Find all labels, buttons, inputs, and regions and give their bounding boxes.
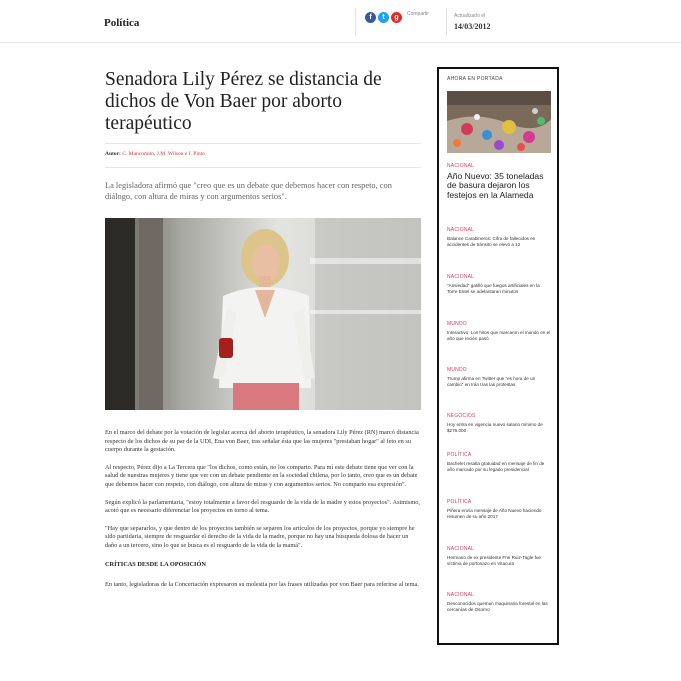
story-category: NACIONAL [447,274,475,280]
story-category: MUNDO [447,367,467,373]
article-subheading: CRÍTICAS DESDE LA OPOSICIÓN [105,560,206,568]
story-category: MUNDO [447,321,467,327]
share-label: Compartir [407,11,429,17]
updated-date: 14/03/2012 [454,22,491,31]
story-headline[interactable]: Año Nuevo: 35 toneladas de basura dejaro… [447,171,551,200]
google-plus-icon[interactable]: g [391,12,402,23]
article-paragraph: "Hay que separarlos, y que dentro de los… [105,524,415,549]
sidebar-story[interactable]: NEGOCIOS Hoy entra en vigencia nuevo sal… [447,413,551,434]
sidebar-story[interactable]: NACIONAL Hermano de ex presidente Frei R… [447,546,551,567]
story-category: NACIONAL [447,227,475,233]
author-names[interactable]: C. Mancomito, J.M. Wilson e I. Pinto [122,151,205,157]
article-authors: Autor: C. Mancomito, J.M. Wilson e I. Pi… [105,151,205,157]
story-headline[interactable]: Interactivo: Los hitos que marcaron el m… [447,330,551,342]
featured-story[interactable]: NACIONAL Año Nuevo: 35 toneladas de basu… [447,163,551,200]
story-category: POLÍTICA [447,499,472,505]
featured-photo[interactable] [447,91,551,153]
story-headline[interactable]: Hermano de ex presidente Frei Ruiz-Tagle… [447,555,551,567]
story-headline[interactable]: Desconocidos queman maquinaria forestal … [447,601,551,613]
article-paragraph: Según explicó la parlamentaria, "estoy t… [105,498,420,515]
sidebar-story[interactable]: NACIONAL Desconocidos queman maquinaria … [447,592,551,613]
sidebar-story[interactable]: MUNDO Trump afirma en Twitter que "es ho… [447,367,551,388]
article-paragraph: En el marco del debate por la votación d… [105,429,419,454]
article-title: Senadora Lily Pérez se distancia de dich… [105,69,382,134]
sidebar-story[interactable]: NACIONAL Balance Carabineros: Cifra de f… [447,227,551,248]
article-photo [105,218,421,410]
story-category: POLÍTICA [447,452,472,458]
title-divider [105,143,421,144]
header-divider [355,8,356,36]
updated-label: Actualizado el [454,13,486,19]
story-headline[interactable]: Balance Carabineros: Cifra de fallecidos… [447,236,551,248]
story-headline[interactable]: Piñera envía mensaje de Año Nuevo hacien… [447,508,551,520]
story-category: NACIONAL [447,163,475,169]
story-category: NACIONAL [447,546,475,552]
article-paragraph: En tanto, legisladoras de la Concertació… [105,581,419,589]
story-category: NACIONAL [447,592,475,598]
facebook-icon[interactable]: f [365,12,376,23]
senator-photo-illustration [105,218,421,410]
article-body: En el marco del debate por la votación d… [105,429,421,599]
sidebar-story[interactable]: POLÍTICA Piñera envía mensaje de Año Nue… [447,499,551,520]
story-category: NEGOCIOS [447,413,476,419]
sidebar-portada: AHORA EN PORTADA NACIONAL Año Nuevo: 35 … [437,67,559,645]
authors-divider [105,167,421,168]
story-headline[interactable]: Hoy entra en vigencia nuevo salario míni… [447,422,551,434]
sidebar-story[interactable]: NACIONAL "Ansiedad" gatilló que fuegos a… [447,274,551,295]
sidebar-story[interactable]: MUNDO Interactivo: Los hitos que marcaro… [447,321,551,342]
section-label[interactable]: Política [104,17,139,29]
featured-photo-illustration [447,91,551,153]
story-headline[interactable]: "Ansiedad" gatilló que fuegos artificial… [447,283,551,295]
sidebar-story[interactable]: POLÍTICA Bachelet resalta gratuidad en m… [447,452,551,473]
top-bar: Política f t g Compartir Actualizado el … [0,0,681,43]
twitter-icon[interactable]: t [378,12,389,23]
author-label: Autor: [105,151,121,157]
sidebar-title: AHORA EN PORTADA [447,76,503,82]
story-headline[interactable]: Trump afirma en Twitter que "es hora de … [447,376,551,388]
story-headline[interactable]: Bachelet resalta gratuidad en mensaje de… [447,461,551,473]
article-paragraph: Al respecto, Pérez dijo a La Tercera que… [105,463,418,488]
article-lead: La legisladora afirmó que "creo que es u… [105,181,392,201]
header-divider-2 [446,8,447,36]
